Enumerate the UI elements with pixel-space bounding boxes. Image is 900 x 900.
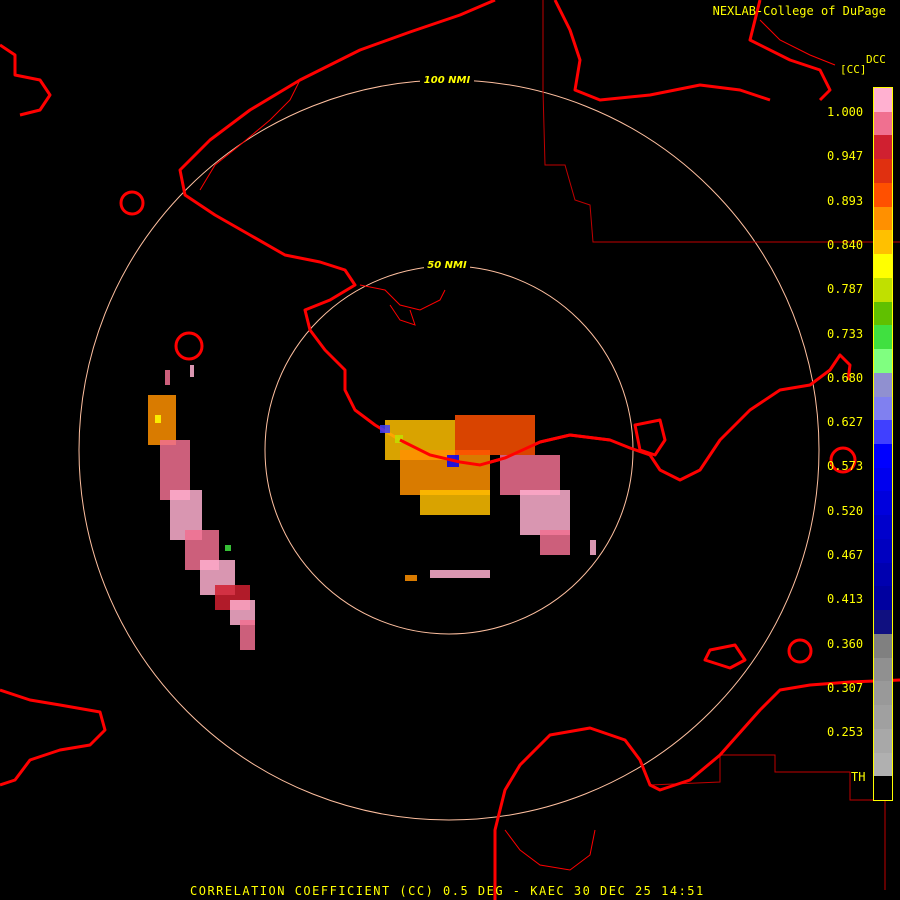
colorbar-swatch bbox=[874, 633, 892, 658]
colorbar-swatch bbox=[874, 230, 892, 255]
colorbar-tick-label: 0.733 bbox=[827, 326, 864, 341]
colorbar-swatch bbox=[874, 182, 892, 207]
colorbar-swatch bbox=[874, 325, 892, 350]
ring-label-50: 50 NMI bbox=[427, 260, 467, 271]
colorbar-swatch bbox=[874, 420, 892, 445]
colorbar-tick-label: 0.573 bbox=[827, 459, 864, 474]
colorbar-tick-label: 0.893 bbox=[827, 193, 864, 208]
colorbar-tick-label: 0.787 bbox=[827, 282, 864, 297]
colorbar-swatch bbox=[874, 657, 892, 682]
colorbar-tick-label: 0.467 bbox=[827, 548, 864, 562]
colorbar-swatch bbox=[874, 681, 892, 706]
colorbar-tick-label: 0.680 bbox=[827, 370, 864, 385]
credit-label: NEXLAB-College of DuPage bbox=[712, 4, 886, 18]
colorbar-swatch bbox=[874, 705, 892, 729]
colorbar-swatch bbox=[874, 254, 892, 278]
colorbar-swatch bbox=[874, 111, 892, 136]
radar-map: 100 NMI 50 NMI bbox=[0, 0, 900, 900]
colorbar-swatch bbox=[874, 372, 892, 397]
county-boundaries bbox=[542, 0, 900, 890]
colorbar-tick-label: 0.253 bbox=[827, 725, 864, 740]
echo-central-cluster bbox=[380, 415, 596, 581]
colorbar bbox=[873, 87, 893, 801]
colorbar-tick-label: 0.413 bbox=[827, 592, 864, 607]
colorbar-swatch bbox=[874, 776, 892, 801]
product-footer: CORRELATION COEFFICIENT (CC) 0.5 DEG - K… bbox=[190, 884, 705, 898]
echo-west-band bbox=[148, 365, 255, 650]
colorbar-tick-label: 0.627 bbox=[827, 415, 864, 430]
colorbar-swatch bbox=[874, 159, 892, 183]
colorbar-tick-label: 0.307 bbox=[827, 680, 864, 695]
colorbar-tick-label: TH bbox=[851, 769, 866, 784]
colorbar-swatch bbox=[874, 444, 892, 468]
colorbar-swatch bbox=[874, 728, 892, 753]
colorbar-swatch bbox=[874, 467, 892, 492]
colorbar-tick-label: 0.947 bbox=[827, 149, 864, 164]
colorbar-tick-label: 0.520 bbox=[827, 503, 864, 518]
colorbar-swatch bbox=[874, 491, 892, 516]
unit-label: [CC] bbox=[840, 63, 867, 76]
colorbar-swatch bbox=[874, 135, 892, 160]
colorbar-swatch bbox=[874, 562, 892, 587]
colorbar-tick-label: 1.000 bbox=[827, 105, 864, 119]
colorbar-swatch bbox=[874, 206, 892, 231]
colorbar-swatch bbox=[874, 277, 892, 302]
colorbar-swatch bbox=[874, 752, 892, 777]
colorbar-swatch bbox=[874, 88, 892, 112]
colorbar-swatch bbox=[874, 586, 892, 611]
colorbar-tick-label: 0.360 bbox=[827, 636, 864, 651]
colorbar-swatch bbox=[874, 538, 892, 563]
ring-label-100: 100 NMI bbox=[424, 75, 471, 86]
product-code-label: DCC bbox=[866, 53, 886, 66]
colorbar-swatch bbox=[874, 610, 892, 634]
colorbar-swatch bbox=[874, 515, 892, 539]
colorbar-tick-label: 0.840 bbox=[827, 237, 864, 252]
colorbar-swatch bbox=[874, 301, 892, 326]
colorbar-swatch bbox=[874, 396, 892, 421]
colorbar-swatch bbox=[874, 349, 892, 373]
